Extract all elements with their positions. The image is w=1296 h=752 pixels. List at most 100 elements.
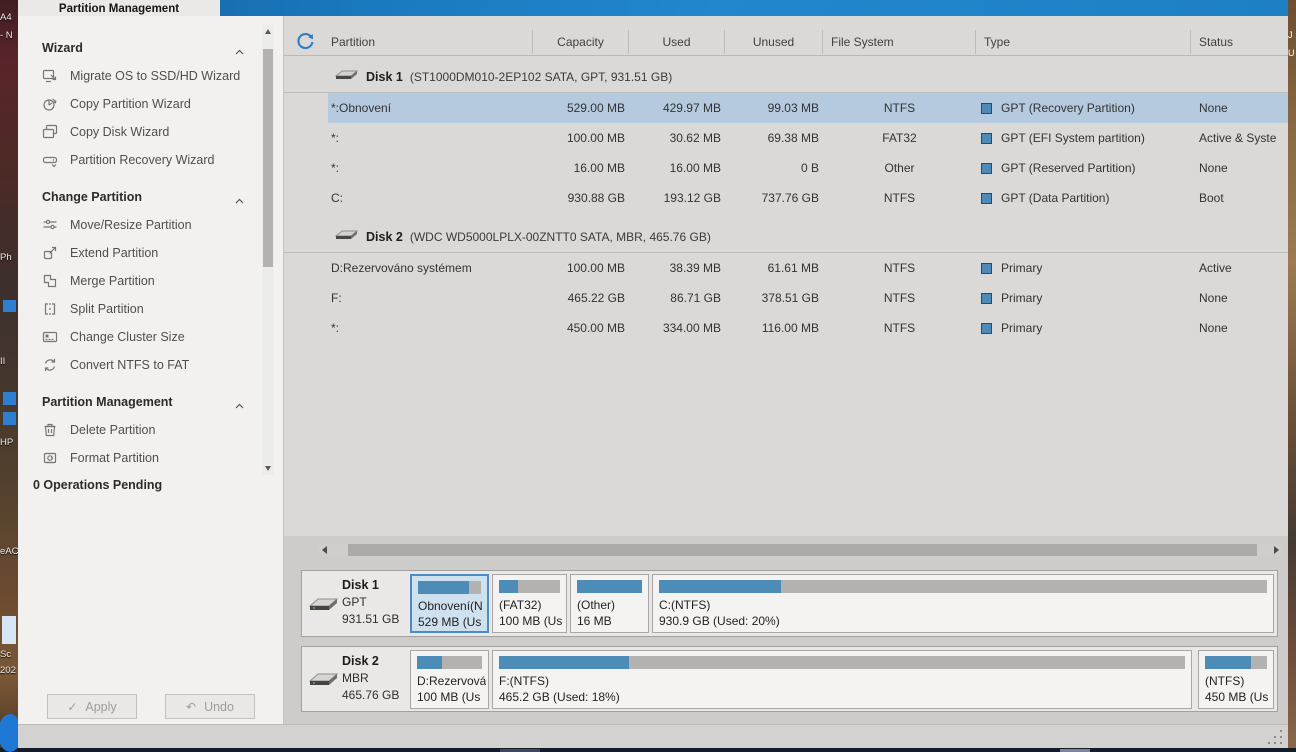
section-header-partition-management[interactable]: Partition Management xyxy=(42,388,254,416)
cell-status: Boot xyxy=(1191,191,1288,205)
apply-button-label: Apply xyxy=(85,700,116,714)
sidebar-item-delete-partition[interactable]: Delete Partition xyxy=(42,416,254,444)
sidebar-item-label: Copy Partition Wizard xyxy=(70,97,191,111)
block-size: 16 MB xyxy=(577,614,646,628)
cell-unused: 737.76 GB xyxy=(725,191,823,205)
block-size: 100 MB (Us xyxy=(499,614,564,628)
desktop-icon-label: HP xyxy=(0,437,18,448)
cell-type: Primary xyxy=(1001,291,1042,305)
change-cluster-size-icon xyxy=(42,329,58,345)
disk-map-size: 465.76 GB xyxy=(342,687,399,704)
partition-block-fat32[interactable]: (FAT32) 100 MB (Us xyxy=(492,574,567,633)
desktop-icon-label: - N xyxy=(0,30,18,41)
cell-type: Primary xyxy=(1001,321,1042,335)
partition-block-d-reserved[interactable]: D:Rezervová 100 MB (Us xyxy=(410,650,489,709)
partition-block-c-ntfs[interactable]: C:(NTFS) 930.9 GB (Used: 20%) xyxy=(652,574,1274,633)
table-row[interactable]: *:Obnovení 529.00 MB 429.97 MB 99.03 MB … xyxy=(328,93,1288,123)
partition-block-f-ntfs[interactable]: F:(NTFS) 465.2 GB (Used: 18%) xyxy=(492,650,1192,709)
table-row[interactable]: *: 100.00 MB 30.62 MB 69.38 MB FAT32 GPT… xyxy=(328,123,1288,153)
undo-button[interactable]: ↶ Undo xyxy=(165,694,255,719)
cell-status: Active & Syste xyxy=(1191,131,1288,145)
sidebar-item-copy-partition[interactable]: Copy Partition Wizard xyxy=(42,90,254,118)
table-row[interactable]: F: 465.22 GB 86.71 GB 378.51 GB NTFS Pri… xyxy=(328,283,1288,313)
tab-partition-management[interactable]: Partition Management xyxy=(18,0,220,16)
migrate-os-icon xyxy=(42,68,58,84)
desktop-icon-fragment xyxy=(3,392,16,405)
partition-type-icon xyxy=(981,193,992,204)
cell-file-system: FAT32 xyxy=(823,131,976,145)
desktop-icon-fragment xyxy=(3,300,16,312)
hdd-icon xyxy=(307,670,339,693)
column-header-unused[interactable]: Unused xyxy=(725,30,823,54)
scroll-down-icon[interactable] xyxy=(265,466,271,471)
scroll-left-icon[interactable] xyxy=(322,546,327,554)
table-row[interactable]: *: 16.00 MB 16.00 MB 0 B Other GPT (Rese… xyxy=(328,153,1288,183)
column-header-type[interactable]: Type xyxy=(976,30,1191,54)
partition-block-ntfs[interactable]: (NTFS) 450 MB (Us xyxy=(1198,650,1274,709)
horizontal-scrollbar-thumb[interactable] xyxy=(348,544,1257,556)
sidebar-item-partition-recovery[interactable]: Partition Recovery Wizard xyxy=(42,146,254,174)
sidebar-item-extend-partition[interactable]: Extend Partition xyxy=(42,239,254,267)
disk-1-group-header[interactable]: Disk 1 (ST1000DM010-2EP102 SATA, GPT, 93… xyxy=(284,62,1288,93)
disk-2-group-header[interactable]: Disk 2 (WDC WD5000LPLX-00ZNTT0 SATA, MBR… xyxy=(284,222,1288,253)
disk-info: (ST1000DM010-2EP102 SATA, GPT, 931.51 GB… xyxy=(410,70,672,84)
cell-capacity: 465.22 GB xyxy=(533,291,629,305)
desktop-icon-label: eAC xyxy=(0,546,18,557)
resize-grip[interactable] xyxy=(1268,730,1282,744)
partition-manager-window: Partition Management Wizard Migrate OS t… xyxy=(18,0,1288,748)
partition-type-icon xyxy=(981,163,992,174)
block-size: 529 MB (Us xyxy=(418,615,485,629)
block-label: D:Rezervová xyxy=(417,674,486,688)
cell-file-system: Other xyxy=(823,161,976,175)
sidebar-scrollbar[interactable] xyxy=(262,25,274,475)
copy-partition-icon xyxy=(42,96,58,112)
cell-status: None xyxy=(1191,291,1288,305)
sidebar-item-format-partition[interactable]: Format Partition xyxy=(42,444,254,472)
copy-disk-icon xyxy=(42,124,58,140)
desktop-left-strip: A4 - N Ph II HP eAC Sc 202 xyxy=(0,0,18,752)
disk-map-name: Disk 2 xyxy=(342,653,399,670)
sidebar-item-migrate-os[interactable]: Migrate OS to SSD/HD Wizard xyxy=(42,62,254,90)
sidebar-item-change-cluster-size[interactable]: Change Cluster Size xyxy=(42,323,254,351)
column-header-partition[interactable]: Partition xyxy=(328,30,533,54)
scroll-up-icon[interactable] xyxy=(265,29,271,34)
column-header-used[interactable]: Used xyxy=(629,30,725,54)
column-header-file-system[interactable]: File System xyxy=(823,30,976,54)
sidebar-item-move-resize[interactable]: Move/Resize Partition xyxy=(42,211,254,239)
disk-info: (WDC WD5000LPLX-00ZNTT0 SATA, MBR, 465.7… xyxy=(410,230,711,244)
partition-type-icon xyxy=(981,263,992,274)
cell-unused: 69.38 MB xyxy=(725,131,823,145)
cell-unused: 99.03 MB xyxy=(725,101,823,115)
sidebar-item-split-partition[interactable]: Split Partition xyxy=(42,295,254,323)
cell-capacity: 450.00 MB xyxy=(533,321,629,335)
table-row[interactable]: D:Rezervováno systémem 100.00 MB 38.39 M… xyxy=(328,253,1288,283)
usage-bar xyxy=(418,581,481,594)
column-header-capacity[interactable]: Capacity xyxy=(533,30,629,54)
cell-partition: *:Obnovení xyxy=(328,101,533,115)
disk-map-size: 931.51 GB xyxy=(342,611,399,628)
disk-map-scheme: GPT xyxy=(342,594,399,611)
sidebar-item-merge-partition[interactable]: Merge Partition xyxy=(42,267,254,295)
section-header-change-partition[interactable]: Change Partition xyxy=(42,183,254,211)
partition-block-obnoveni[interactable]: Obnovení(N 529 MB (Us xyxy=(410,574,489,633)
sidebar-item-convert-ntfs-fat[interactable]: Convert NTFS to FAT xyxy=(42,351,254,379)
table-row[interactable]: *: 450.00 MB 334.00 MB 116.00 MB NTFS Pr… xyxy=(328,313,1288,343)
cell-used: 429.97 MB xyxy=(629,101,725,115)
column-header-status[interactable]: Status xyxy=(1191,30,1288,54)
sidebar-item-label: Partition Recovery Wizard xyxy=(70,153,215,167)
sidebar-item-copy-disk[interactable]: Copy Disk Wizard xyxy=(42,118,254,146)
cell-type: GPT (EFI System partition) xyxy=(1001,131,1145,145)
sidebar-item-label: Change Cluster Size xyxy=(70,330,185,344)
disk-1-section: Disk 1 (ST1000DM010-2EP102 SATA, GPT, 93… xyxy=(284,62,1288,213)
table-row[interactable]: C: 930.88 GB 193.12 GB 737.76 GB NTFS GP… xyxy=(328,183,1288,213)
block-size: 100 MB (Us xyxy=(417,690,486,704)
scroll-right-icon[interactable] xyxy=(1274,546,1279,554)
cell-capacity: 930.88 GB xyxy=(533,191,629,205)
cell-capacity: 529.00 MB xyxy=(533,101,629,115)
partition-block-other[interactable]: (Other) 16 MB xyxy=(570,574,649,633)
sidebar-scrollbar-thumb[interactable] xyxy=(263,49,273,267)
section-header-wizard[interactable]: Wizard xyxy=(42,34,254,62)
usage-bar-fill xyxy=(417,656,442,669)
horizontal-scrollbar[interactable] xyxy=(319,543,1282,557)
apply-button[interactable]: ✓ Apply xyxy=(47,694,137,719)
